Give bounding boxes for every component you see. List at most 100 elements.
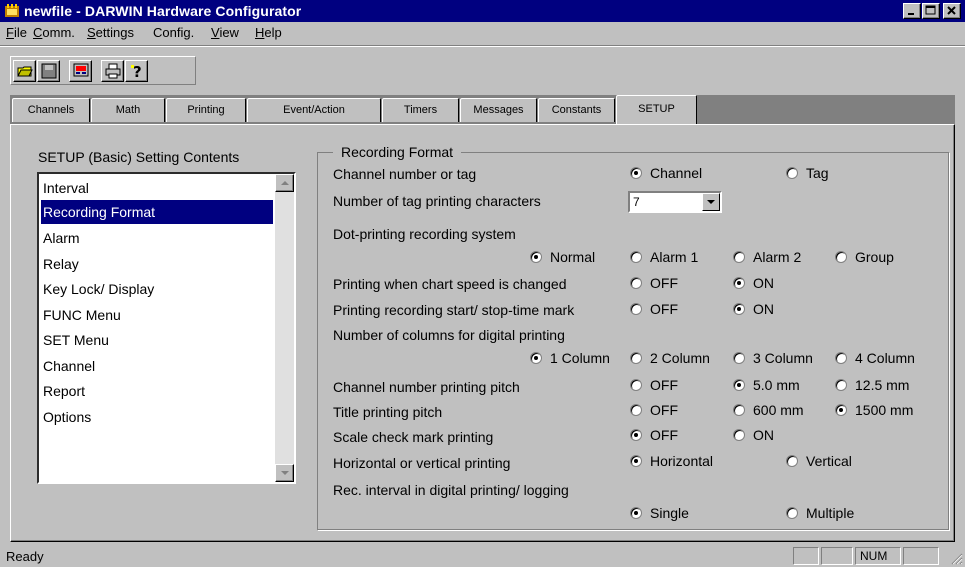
- tag-chars-select[interactable]: 7: [628, 191, 722, 213]
- radio-multiple[interactable]: Multiple: [786, 503, 854, 523]
- tab-math[interactable]: Math: [91, 98, 165, 122]
- radio-col-2[interactable]: 2 Column: [630, 348, 710, 368]
- menu-comm[interactable]: Comm.: [33, 25, 75, 40]
- tag-chars-value: 7: [633, 195, 640, 209]
- rec-interval-label: Rec. interval in digital printing/ loggi…: [333, 482, 569, 498]
- radio-chpitch-5mm[interactable]: 5.0 mm: [733, 375, 800, 395]
- radio-dot-icon: [733, 379, 745, 391]
- columns-label: Number of columns for digital printing: [333, 327, 565, 343]
- radio-tag[interactable]: Tag: [786, 163, 829, 183]
- setup-contents-list[interactable]: Interval Recording Format Alarm Relay Ke…: [37, 172, 296, 484]
- transfer-icon: [73, 63, 89, 77]
- radio-vertical[interactable]: Vertical: [786, 451, 852, 471]
- help-button[interactable]: ?: [125, 60, 148, 82]
- radio-chpitch-12mm[interactable]: 12.5 mm: [835, 375, 909, 395]
- radio-col-4[interactable]: 4 Column: [835, 348, 915, 368]
- recording-format-legend: Recording Format: [333, 144, 462, 160]
- scroll-down-button[interactable]: [275, 464, 294, 482]
- radio-scale-off[interactable]: OFF: [630, 425, 678, 445]
- svg-text:?: ?: [133, 63, 142, 79]
- list-item-set-menu[interactable]: SET Menu: [41, 328, 273, 352]
- print-button[interactable]: [101, 60, 124, 82]
- list-item-relay[interactable]: Relay: [41, 252, 273, 276]
- radio-single[interactable]: Single: [630, 503, 689, 523]
- start-stop-label: Printing recording start/ stop-time mark: [333, 302, 575, 318]
- radio-dot-group[interactable]: Group: [835, 247, 894, 267]
- maximize-icon: [925, 5, 936, 15]
- toolbar: ?: [0, 45, 965, 89]
- radio-speed-on[interactable]: ON: [733, 273, 774, 293]
- scroll-up-button[interactable]: [275, 174, 294, 192]
- radio-dot-icon: [733, 352, 745, 364]
- radio-dot-normal[interactable]: Normal: [530, 247, 595, 267]
- menu-view[interactable]: View: [211, 25, 239, 40]
- setup-heading: SETUP (Basic) Setting Contents: [38, 149, 240, 165]
- radio-dot-icon: [630, 277, 642, 289]
- tab-channels[interactable]: Channels: [12, 98, 90, 122]
- radio-channel[interactable]: Channel: [630, 163, 702, 183]
- print-icon: [105, 63, 121, 79]
- tab-setup[interactable]: SETUP: [616, 95, 697, 125]
- radio-horizontal[interactable]: Horizontal: [630, 451, 713, 471]
- radio-dot-icon: [530, 352, 542, 364]
- radio-col-3[interactable]: 3 Column: [733, 348, 813, 368]
- radio-scale-on[interactable]: ON: [733, 425, 774, 445]
- list-item-report[interactable]: Report: [41, 379, 273, 403]
- radio-dot-icon: [786, 507, 798, 519]
- save-button[interactable]: [37, 60, 60, 82]
- transfer-button[interactable]: [69, 60, 92, 82]
- list-item-recording-format[interactable]: Recording Format: [41, 200, 273, 224]
- radio-dot-alarm1[interactable]: Alarm 1: [630, 247, 698, 267]
- close-icon: [947, 6, 956, 15]
- radio-titlepitch-600[interactable]: 600 mm: [733, 400, 804, 420]
- list-item-interval[interactable]: Interval: [41, 176, 273, 200]
- menu-settings[interactable]: Settings: [87, 25, 134, 40]
- radio-speed-off[interactable]: OFF: [630, 273, 678, 293]
- radio-dot-icon: [630, 379, 642, 391]
- tag-chars-label: Number of tag printing characters: [333, 193, 541, 209]
- radio-startstop-off[interactable]: OFF: [630, 299, 678, 319]
- channel-tag-label: Channel number or tag: [333, 166, 477, 182]
- list-item-channel[interactable]: Channel: [41, 354, 273, 378]
- radio-titlepitch-1500[interactable]: 1500 mm: [835, 400, 913, 420]
- close-button[interactable]: [943, 3, 961, 19]
- tab-constants[interactable]: Constants: [538, 98, 615, 122]
- radio-col-1[interactable]: 1 Column: [530, 348, 610, 368]
- radio-dot-icon: [630, 455, 642, 467]
- menu-file[interactable]: File: [6, 25, 27, 40]
- radio-dot-icon: [733, 404, 745, 416]
- resize-grip-icon[interactable]: [951, 553, 963, 565]
- tab-timers[interactable]: Timers: [382, 98, 459, 122]
- radio-dot-icon: [630, 352, 642, 364]
- title-pitch-label: Title printing pitch: [333, 404, 443, 420]
- title-bar[interactable]: newfile - DARWIN Hardware Configurator: [0, 0, 965, 22]
- list-item-func-menu[interactable]: FUNC Menu: [41, 303, 273, 327]
- list-item-options[interactable]: Options: [41, 405, 273, 429]
- radio-dot-icon: [630, 251, 642, 263]
- status-pane-2: [821, 547, 853, 565]
- tab-messages[interactable]: Messages: [460, 98, 537, 122]
- list-item-key-lock-display[interactable]: Key Lock/ Display: [41, 277, 273, 301]
- tab-printing[interactable]: Printing: [166, 98, 246, 122]
- radio-titlepitch-off[interactable]: OFF: [630, 400, 678, 420]
- radio-dot-icon: [630, 167, 642, 179]
- save-disk-icon: [41, 63, 57, 79]
- chevron-down-icon: [281, 471, 289, 475]
- menu-help[interactable]: Help: [255, 25, 282, 40]
- app-icon: [5, 4, 19, 17]
- radio-dot-icon: [530, 251, 542, 263]
- menu-config[interactable]: Config.: [153, 25, 194, 40]
- radio-chpitch-off[interactable]: OFF: [630, 375, 678, 395]
- list-item-alarm[interactable]: Alarm: [41, 226, 273, 250]
- dropdown-button[interactable]: [702, 193, 720, 211]
- radio-dot-icon: [835, 404, 847, 416]
- open-button[interactable]: [13, 60, 36, 82]
- minimize-button[interactable]: [903, 3, 921, 19]
- list-scrollbar[interactable]: [275, 174, 294, 482]
- chevron-up-icon: [281, 181, 289, 185]
- radio-startstop-on[interactable]: ON: [733, 299, 774, 319]
- tab-event-action[interactable]: Event/Action: [247, 98, 381, 122]
- maximize-button[interactable]: [922, 3, 940, 19]
- radio-dot-alarm2[interactable]: Alarm 2: [733, 247, 801, 267]
- radio-dot-icon: [630, 429, 642, 441]
